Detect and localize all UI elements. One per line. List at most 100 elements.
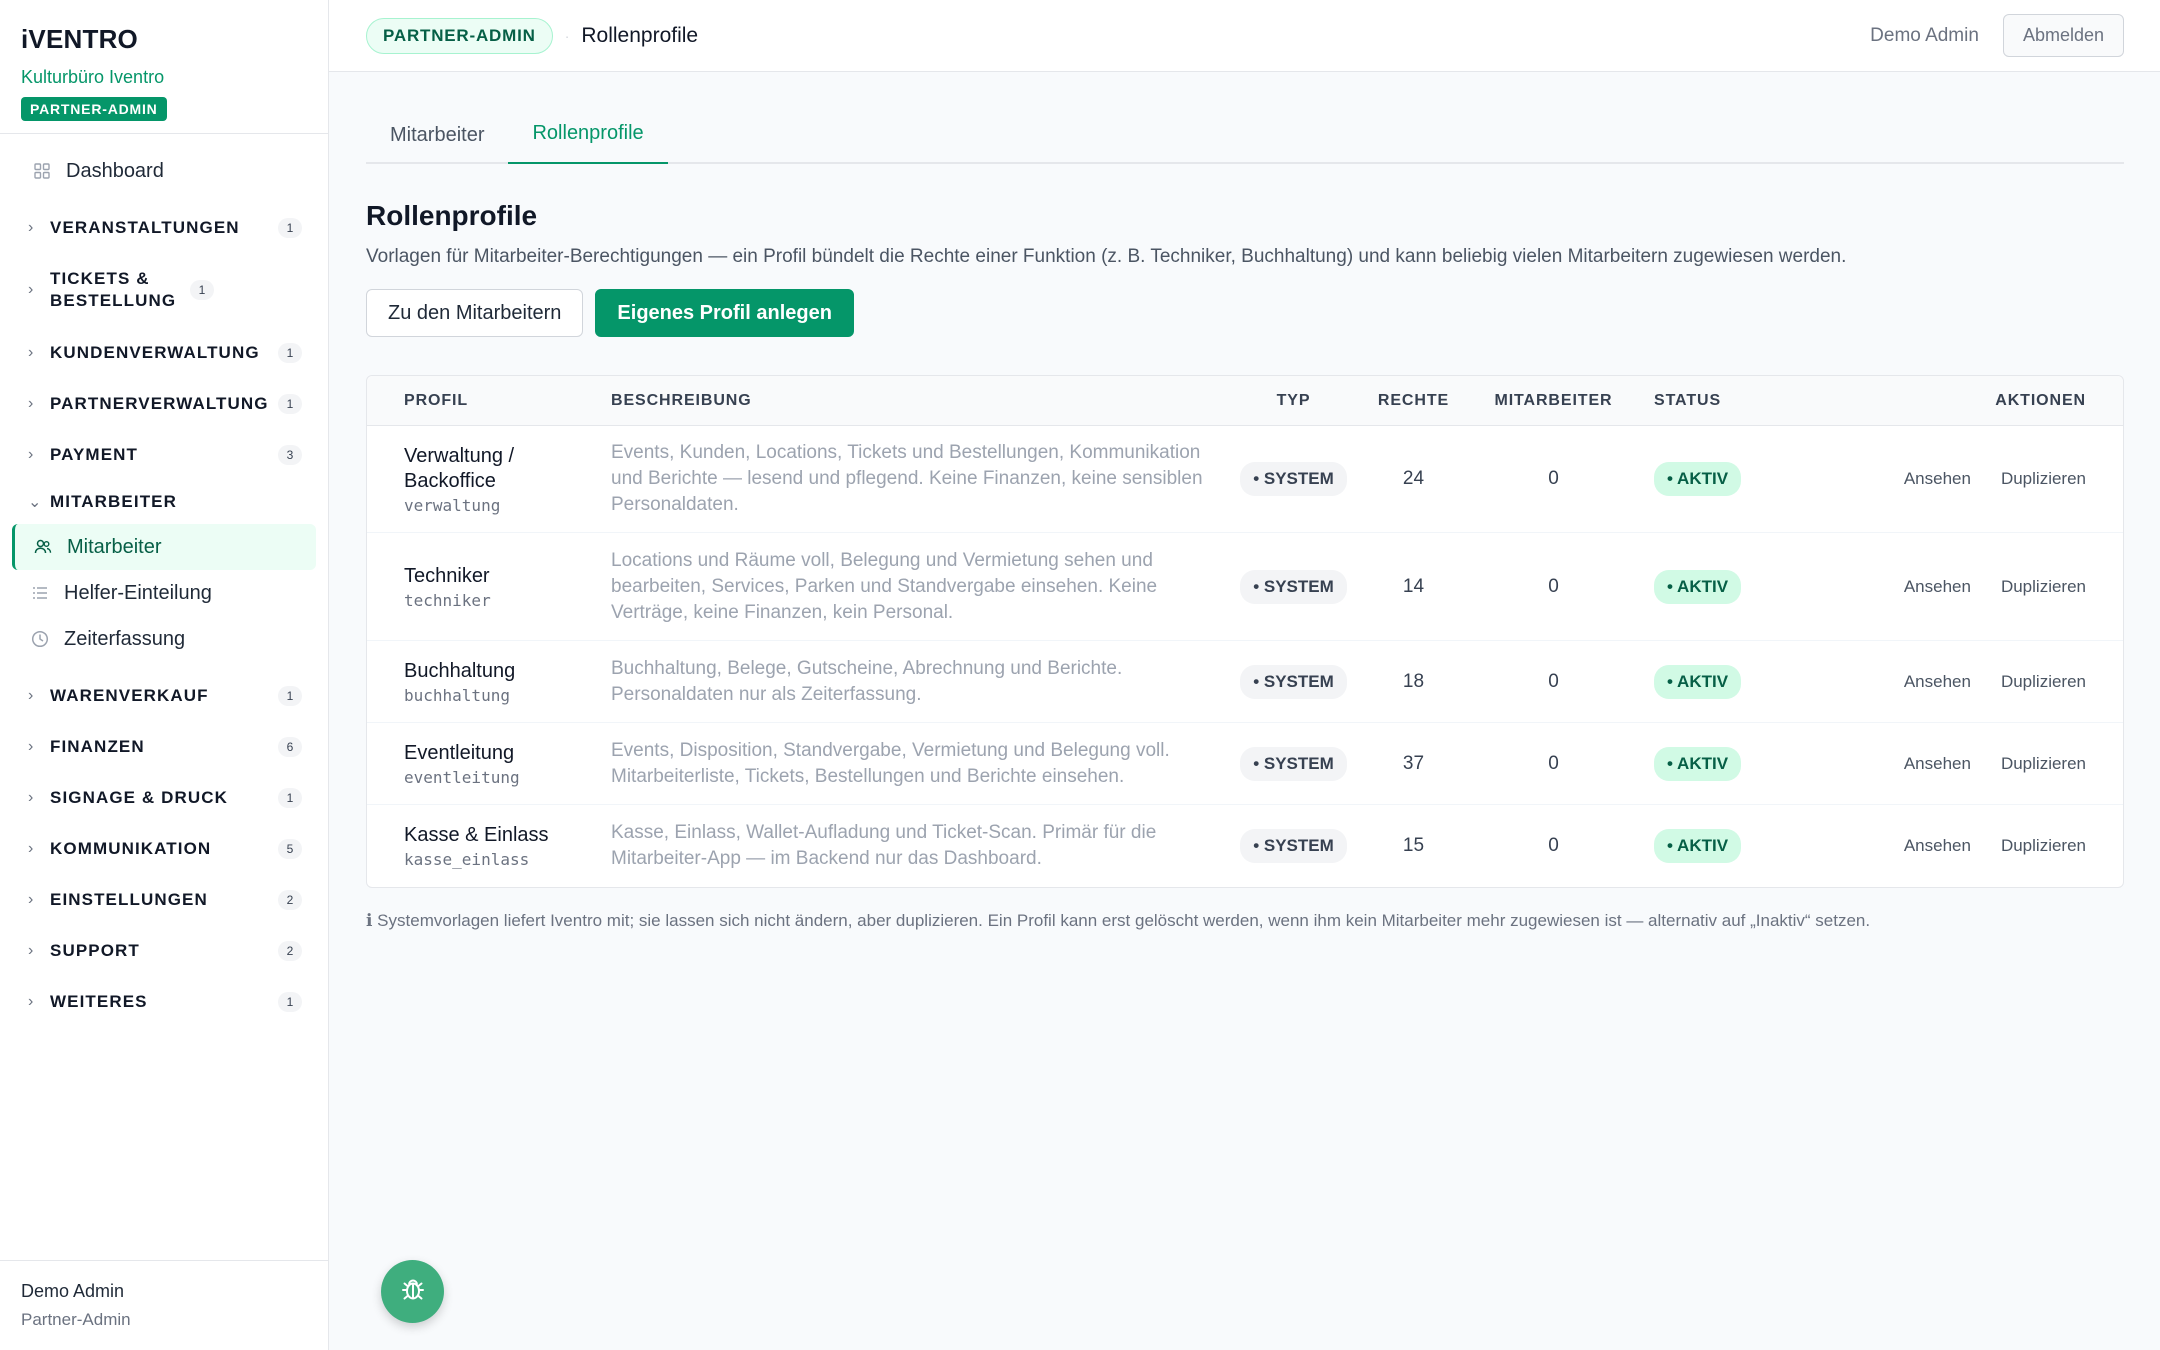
create-profile-button[interactable]: Eigenes Profil anlegen bbox=[595, 289, 854, 337]
sidebar-group-weiteres[interactable]: › WEITERES 1 bbox=[0, 976, 328, 1027]
status-badge: • AKTIV bbox=[1654, 569, 1742, 604]
duplicate-link[interactable]: Duplizieren bbox=[2001, 577, 2086, 597]
profile-description: Locations und Räume voll, Belegung und V… bbox=[611, 549, 1158, 623]
view-link[interactable]: Ansehen bbox=[1904, 672, 1971, 692]
sidebar-group-label: WARENVERKAUF bbox=[50, 685, 209, 705]
profile-name: Eventleitung bbox=[404, 741, 515, 764]
page-actions: Zu den Mitarbeitern Eigenes Profil anleg… bbox=[366, 289, 2124, 337]
grid-icon bbox=[32, 161, 52, 181]
breadcrumb-separator: · bbox=[564, 27, 570, 44]
profile-description: Events, Disposition, Standvergabe, Vermi… bbox=[611, 739, 1170, 787]
sidebar-group-label: KUNDENVERWALTUNG bbox=[50, 342, 260, 362]
breadcrumb-role-badge: PARTNER-ADMIN bbox=[366, 17, 553, 54]
sidebar-nav: Dashboard › VERANSTALTUNGEN 1 › TICKETS … bbox=[0, 134, 328, 1027]
count-badge: 1 bbox=[278, 217, 302, 238]
count-badge: 1 bbox=[278, 342, 302, 363]
main-content: Mitarbeiter Rollenprofile Rollenprofile … bbox=[366, 72, 2124, 931]
sidebar-group-veranstaltungen[interactable]: › VERANSTALTUNGEN 1 bbox=[0, 202, 328, 253]
sidebar-group-label: PARTNERVERWALTUNG bbox=[50, 393, 269, 413]
sidebar-group-label: TICKETS & BESTELLUNG bbox=[50, 269, 177, 310]
table-row: Kasse & Einlass kasse_einlass Kasse, Ein… bbox=[367, 805, 2123, 887]
view-link[interactable]: Ansehen bbox=[1904, 754, 1971, 774]
count-badge: 2 bbox=[278, 889, 302, 910]
staff-count: 0 bbox=[1548, 670, 1559, 692]
profile-cell: Techniker techniker bbox=[367, 564, 611, 610]
chevron-right-icon: › bbox=[28, 839, 34, 857]
column-header-status: STATUS bbox=[1654, 391, 1722, 409]
sidebar-group-finanzen[interactable]: › FINANZEN 6 bbox=[0, 721, 328, 772]
type-badge: • SYSTEM bbox=[1240, 746, 1347, 781]
sidebar-group-label: EINSTELLUNGEN bbox=[50, 889, 208, 909]
duplicate-link[interactable]: Duplizieren bbox=[2001, 672, 2086, 692]
profile-slug: buchhaltung bbox=[404, 685, 510, 705]
chevron-right-icon: › bbox=[28, 992, 34, 1010]
sidebar-group-warenverkauf[interactable]: › WARENVERKAUF 1 bbox=[0, 670, 328, 721]
chevron-right-icon: › bbox=[28, 788, 34, 806]
status-badge: • AKTIV bbox=[1654, 829, 1742, 863]
rights-count: 14 bbox=[1402, 575, 1425, 597]
role-badge: PARTNER-ADMIN bbox=[21, 97, 167, 121]
profile-slug: eventleitung bbox=[404, 767, 520, 787]
clock-icon bbox=[30, 629, 50, 649]
chevron-right-icon: › bbox=[28, 686, 34, 704]
table-header: PROFIL BESCHREIBUNG TYP RECHTE MITARBEIT… bbox=[367, 376, 2123, 426]
sidebar-group-label: FINANZEN bbox=[50, 736, 145, 756]
duplicate-link[interactable]: Duplizieren bbox=[2001, 836, 2086, 856]
page-description: Vorlagen für Mitarbeiter-Berechtigungen … bbox=[366, 246, 1847, 267]
chevron-right-icon: › bbox=[28, 343, 34, 361]
sidebar-group-tickets[interactable]: › TICKETS & BESTELLUNG 1 bbox=[0, 253, 328, 327]
sidebar-item-zeiterfassung[interactable]: Zeiterfassung bbox=[12, 616, 316, 662]
logout-button[interactable]: Abmelden bbox=[2002, 14, 2124, 57]
chevron-right-icon: › bbox=[28, 737, 34, 755]
view-link[interactable]: Ansehen bbox=[1904, 836, 1971, 856]
profile-cell: Verwaltung / Backoffice verwaltung bbox=[367, 444, 611, 515]
tab-rollenprofile[interactable]: Rollenprofile bbox=[508, 122, 668, 164]
sidebar-item-label: Dashboard bbox=[66, 159, 164, 182]
tab-mitarbeiter[interactable]: Mitarbeiter bbox=[366, 124, 508, 164]
user-name: Demo Admin bbox=[21, 1281, 125, 1301]
rights-count: 24 bbox=[1402, 468, 1425, 489]
sidebar-item-label: Zeiterfassung bbox=[64, 627, 186, 650]
breadcrumb-title: Rollenprofile bbox=[581, 23, 699, 47]
rights-count: 15 bbox=[1402, 835, 1425, 856]
staff-count: 0 bbox=[1548, 752, 1559, 774]
users-icon bbox=[33, 537, 53, 557]
user-role: Partner-Admin bbox=[21, 1310, 131, 1329]
count-badge: 1 bbox=[278, 787, 302, 808]
bug-report-button[interactable] bbox=[381, 1260, 444, 1323]
profile-name: Verwaltung / Backoffice bbox=[404, 444, 515, 492]
count-badge: 5 bbox=[278, 838, 302, 859]
sidebar-group-mitarbeiter[interactable]: ⌄ MITARBEITER bbox=[0, 480, 328, 524]
go-to-staff-button[interactable]: Zu den Mitarbeitern bbox=[366, 289, 584, 337]
profile-description: Buchhaltung, Belege, Gutscheine, Abrechn… bbox=[611, 657, 1123, 705]
page-title: Rollenprofile bbox=[366, 200, 538, 231]
column-header-typ: TYP bbox=[1276, 391, 1311, 409]
bug-icon bbox=[399, 1275, 427, 1308]
profile-slug: verwaltung bbox=[404, 495, 501, 515]
sidebar-item-helfer-einteilung[interactable]: Helfer-Einteilung bbox=[12, 570, 316, 616]
sidebar-group-payment[interactable]: › PAYMENT 3 bbox=[0, 429, 328, 480]
sidebar-group-kundenverwaltung[interactable]: › KUNDENVERWALTUNG 1 bbox=[0, 327, 328, 378]
sidebar-group-kommunikation[interactable]: › KOMMUNIKATION 5 bbox=[0, 823, 328, 874]
sidebar-group-signage-druck[interactable]: › SIGNAGE & DRUCK 1 bbox=[0, 772, 328, 823]
profile-cell: Eventleitung eventleitung bbox=[367, 741, 611, 787]
column-header-aktionen: AKTIONEN bbox=[1995, 391, 2086, 409]
profile-description: Events, Kunden, Locations, Tickets und B… bbox=[611, 442, 1203, 515]
profile-slug: techniker bbox=[404, 590, 491, 610]
brand-logo[interactable]: iVENTRO bbox=[21, 24, 307, 55]
chevron-right-icon: › bbox=[28, 445, 34, 463]
column-header-rechte: RECHTE bbox=[1377, 391, 1450, 409]
sidebar-item-mitarbeiter[interactable]: Mitarbeiter bbox=[12, 524, 316, 570]
profile-cell: Kasse & Einlass kasse_einlass bbox=[367, 823, 611, 869]
duplicate-link[interactable]: Duplizieren bbox=[2001, 754, 2086, 774]
view-link[interactable]: Ansehen bbox=[1904, 469, 1971, 489]
sidebar-group-einstellungen[interactable]: › EINSTELLUNGEN 2 bbox=[0, 874, 328, 925]
sidebar-group-partnerverwaltung[interactable]: › PARTNERVERWALTUNG 1 bbox=[0, 378, 328, 429]
duplicate-link[interactable]: Duplizieren bbox=[2001, 469, 2086, 489]
header-user-name: Demo Admin bbox=[1870, 24, 1979, 46]
sidebar-item-dashboard[interactable]: Dashboard bbox=[0, 152, 328, 190]
type-badge: • SYSTEM bbox=[1240, 664, 1347, 699]
table-row: Eventleitung eventleitung Events, Dispos… bbox=[367, 723, 2123, 805]
view-link[interactable]: Ansehen bbox=[1904, 577, 1971, 597]
sidebar-group-support[interactable]: › SUPPORT 2 bbox=[0, 925, 328, 976]
